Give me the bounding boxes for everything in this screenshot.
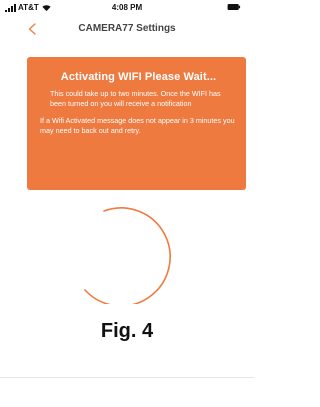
app-screen: AT&T 4:08 PM CAMERA77 Settings Activatin…: [0, 0, 254, 407]
alert-title: Activating WIFI Please Wait...: [60, 71, 217, 83]
alert-message: This could take up to two minutes. Once …: [50, 89, 221, 108]
wifi-activation-alert: Activating WIFI Please Wait... This coul…: [27, 57, 246, 190]
page-title: CAMERA77 Settings: [78, 23, 176, 34]
loading-spinner: [84, 207, 171, 304]
bottom-divider: [0, 377, 254, 378]
nav-bar: CAMERA77 Settings: [0, 17, 254, 39]
battery-icon: [227, 4, 241, 10]
figure-label: Fig. 4: [100, 320, 154, 342]
status-bar: AT&T 4:08 PM: [0, 0, 254, 16]
alert-retry-note: If a Wifi Activated message does not app…: [40, 116, 235, 135]
status-time: 4:08 PM: [111, 3, 143, 12]
